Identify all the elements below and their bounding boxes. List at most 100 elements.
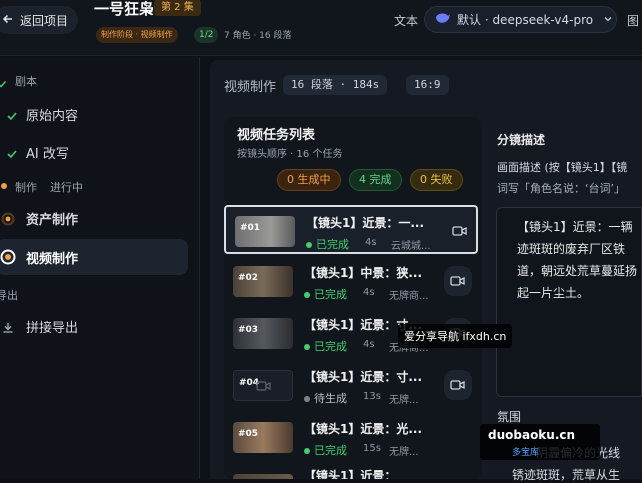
model-value: 默认 · deepseek-v4-pro <box>457 13 594 27</box>
task-duration: 4s <box>363 287 375 298</box>
sidebar-item-assets[interactable]: 资产制作 <box>0 205 190 231</box>
task-duration: 15s <box>363 443 381 454</box>
back-label: 返回项目 <box>20 13 69 28</box>
status-dot-icon <box>304 396 310 402</box>
video-camera-button[interactable] <box>444 370 472 400</box>
video-camera-icon <box>450 380 465 390</box>
model-select[interactable]: 默认 · deepseek-v4-pro <box>424 6 617 33</box>
task-title: 【镜头1】近景： <box>304 469 397 479</box>
check-icon <box>0 74 7 93</box>
ratio-chip: 16:9 <box>406 75 449 95</box>
task-status: 待生成 <box>304 390 347 406</box>
sidebar-item-label: 原始内容 <box>26 109 79 124</box>
video-camera-button[interactable] <box>446 216 474 246</box>
text-model-label: 文本 <box>394 14 419 28</box>
video-thumbnail-placeholder: #04 <box>233 370 293 401</box>
task-row[interactable]: #01 【镜头1】近景：一... 已完成 4s 云城城... <box>224 205 478 254</box>
status-dot-icon <box>306 242 312 248</box>
back-to-project-button[interactable]: 返回项目 <box>0 6 78 34</box>
progress-pill: 1/2 <box>194 27 219 43</box>
image-model-label: 图 <box>627 14 640 28</box>
detail-title: 分镜描述 <box>497 133 546 147</box>
sidebar-item-original[interactable]: 原始内容 <box>0 101 190 127</box>
top-bar: 返回项目 一号狂枭 第 2 集 制作阶段 · 视频制作 1/2 7 角色 · 1… <box>0 0 642 56</box>
stage-pill: 制作阶段 · 视频制作 <box>96 27 178 43</box>
sidebar-group-export: 导出 <box>0 289 18 302</box>
watermark-duobaoku-text: duobaoku.cn <box>488 428 576 442</box>
sidebar-item-label: 拼接导出 <box>26 321 79 336</box>
task-row[interactable]: #04 【镜头1】近景：寸... 待生成 13s 无牌... <box>224 361 478 410</box>
video-thumbnail: #03 <box>233 318 293 349</box>
task-id: #03 <box>238 325 259 335</box>
done-badge: 4 完成 <box>349 169 402 191</box>
sidebar-item-label: 视频制作 <box>26 252 79 267</box>
task-list-subtitle: 按镜头顺序 · 16 个任务 <box>237 149 343 160</box>
watermark-duobaoku-sub: 多宝库 <box>512 448 540 458</box>
sidebar-item-ai-rewrite[interactable]: AI 改写 <box>0 139 190 165</box>
task-location: 无牌商... <box>389 291 429 302</box>
task-location: 云城城... <box>391 241 431 252</box>
sidebar-group-production: 制作 <box>15 181 37 194</box>
task-list-title: 视频任务列表 <box>237 128 316 143</box>
task-location: 无牌... <box>389 447 419 458</box>
task-duration: 13s <box>363 391 381 402</box>
frame-desc-hint: 词写「角色名说：‘台词’」 <box>497 182 625 195</box>
video-camera-button[interactable] <box>444 266 472 296</box>
task-title: 【镜头1】中景：狭... <box>304 266 423 280</box>
task-status: 已完成 <box>304 442 347 458</box>
check-icon <box>6 145 18 164</box>
deepseek-logo-icon <box>435 12 451 27</box>
sidebar-item-video[interactable]: 视频制作 <box>0 239 188 275</box>
video-camera-icon <box>450 276 465 286</box>
episode-badge: 第 2 集 <box>154 0 201 16</box>
status-dot-icon <box>1 183 7 189</box>
task-title: 【镜头1】近景：寸... <box>304 370 423 384</box>
section-title: 视频制作 <box>224 80 277 95</box>
task-status: 已完成 <box>304 286 347 302</box>
status-dot-icon <box>304 292 310 298</box>
frame-description-textarea[interactable]: 【镜头1】近景：一辆迹斑斑的废弃厂区铁道，朝远处荒草蔓延扬起一片尘土。 <box>496 207 642 397</box>
task-id: #05 <box>238 429 259 439</box>
task-status: 已完成 <box>306 236 349 252</box>
status-dot-icon <box>304 448 310 454</box>
task-id: #02 <box>238 273 259 283</box>
progress-ring-icon <box>1 211 15 230</box>
video-thumbnail <box>233 474 293 479</box>
task-status: 已完成 <box>304 338 347 354</box>
project-meta: 7 角色 · 16 段落 <box>224 31 292 41</box>
arrow-left-icon <box>2 13 14 28</box>
task-title: 【镜头1】近景：一... <box>306 216 425 230</box>
segments-chip: 16 段落 · 184s <box>283 75 388 95</box>
chevron-down-icon <box>603 13 613 27</box>
project-title: 一号狂枭 <box>94 0 155 18</box>
video-thumbnail: #01 <box>235 216 295 247</box>
download-icon <box>2 319 14 338</box>
generating-badge: 0 生成中 <box>277 169 341 191</box>
sidebar-group-script: 剧本 <box>15 75 37 88</box>
check-icon <box>6 107 18 126</box>
video-thumbnail: #05 <box>233 422 293 453</box>
task-duration: 4s <box>363 339 375 350</box>
video-camera-icon <box>452 226 467 236</box>
progress-ring-icon <box>0 249 16 269</box>
task-id: #01 <box>240 223 261 233</box>
sidebar: 剧本 原始内容 AI 改写 制作 进行中 资产制作 视频制作 导出 拼接导出 <box>0 57 200 479</box>
watermark-duobaoku: duobaoku.cn 多宝库 <box>480 424 600 460</box>
sidebar-item-label: 资产制作 <box>26 213 79 228</box>
production-status: 进行中 <box>50 181 83 194</box>
frame-desc-label: 画面描述 (按【镜头1】【镜 <box>497 161 628 174</box>
status-dot-icon <box>304 344 310 350</box>
frame-description-text: 【镜头1】近景：一辆迹斑斑的废弃厂区铁道，朝远处荒草蔓延扬起一片尘土。 <box>517 220 638 300</box>
failed-badge: 0 失败 <box>410 169 463 191</box>
task-location: 无牌... <box>389 395 419 406</box>
mood-label: 氛围 <box>497 410 522 424</box>
task-row[interactable]: #05 【镜头1】近景：光... 已完成 15s 无牌... <box>224 413 478 462</box>
task-row[interactable]: #02 【镜头1】中景：狭... 已完成 4s 无牌商... <box>224 257 478 306</box>
task-title: 【镜头1】近景：光... <box>304 422 423 436</box>
sidebar-item-label: AI 改写 <box>26 147 69 162</box>
video-camera-off-icon <box>256 381 271 391</box>
sidebar-item-stitch-export[interactable]: 拼接导出 <box>0 313 190 339</box>
video-thumbnail: #02 <box>233 266 293 297</box>
task-duration: 4s <box>365 237 377 248</box>
task-row[interactable]: 【镜头1】近景： <box>224 465 478 479</box>
